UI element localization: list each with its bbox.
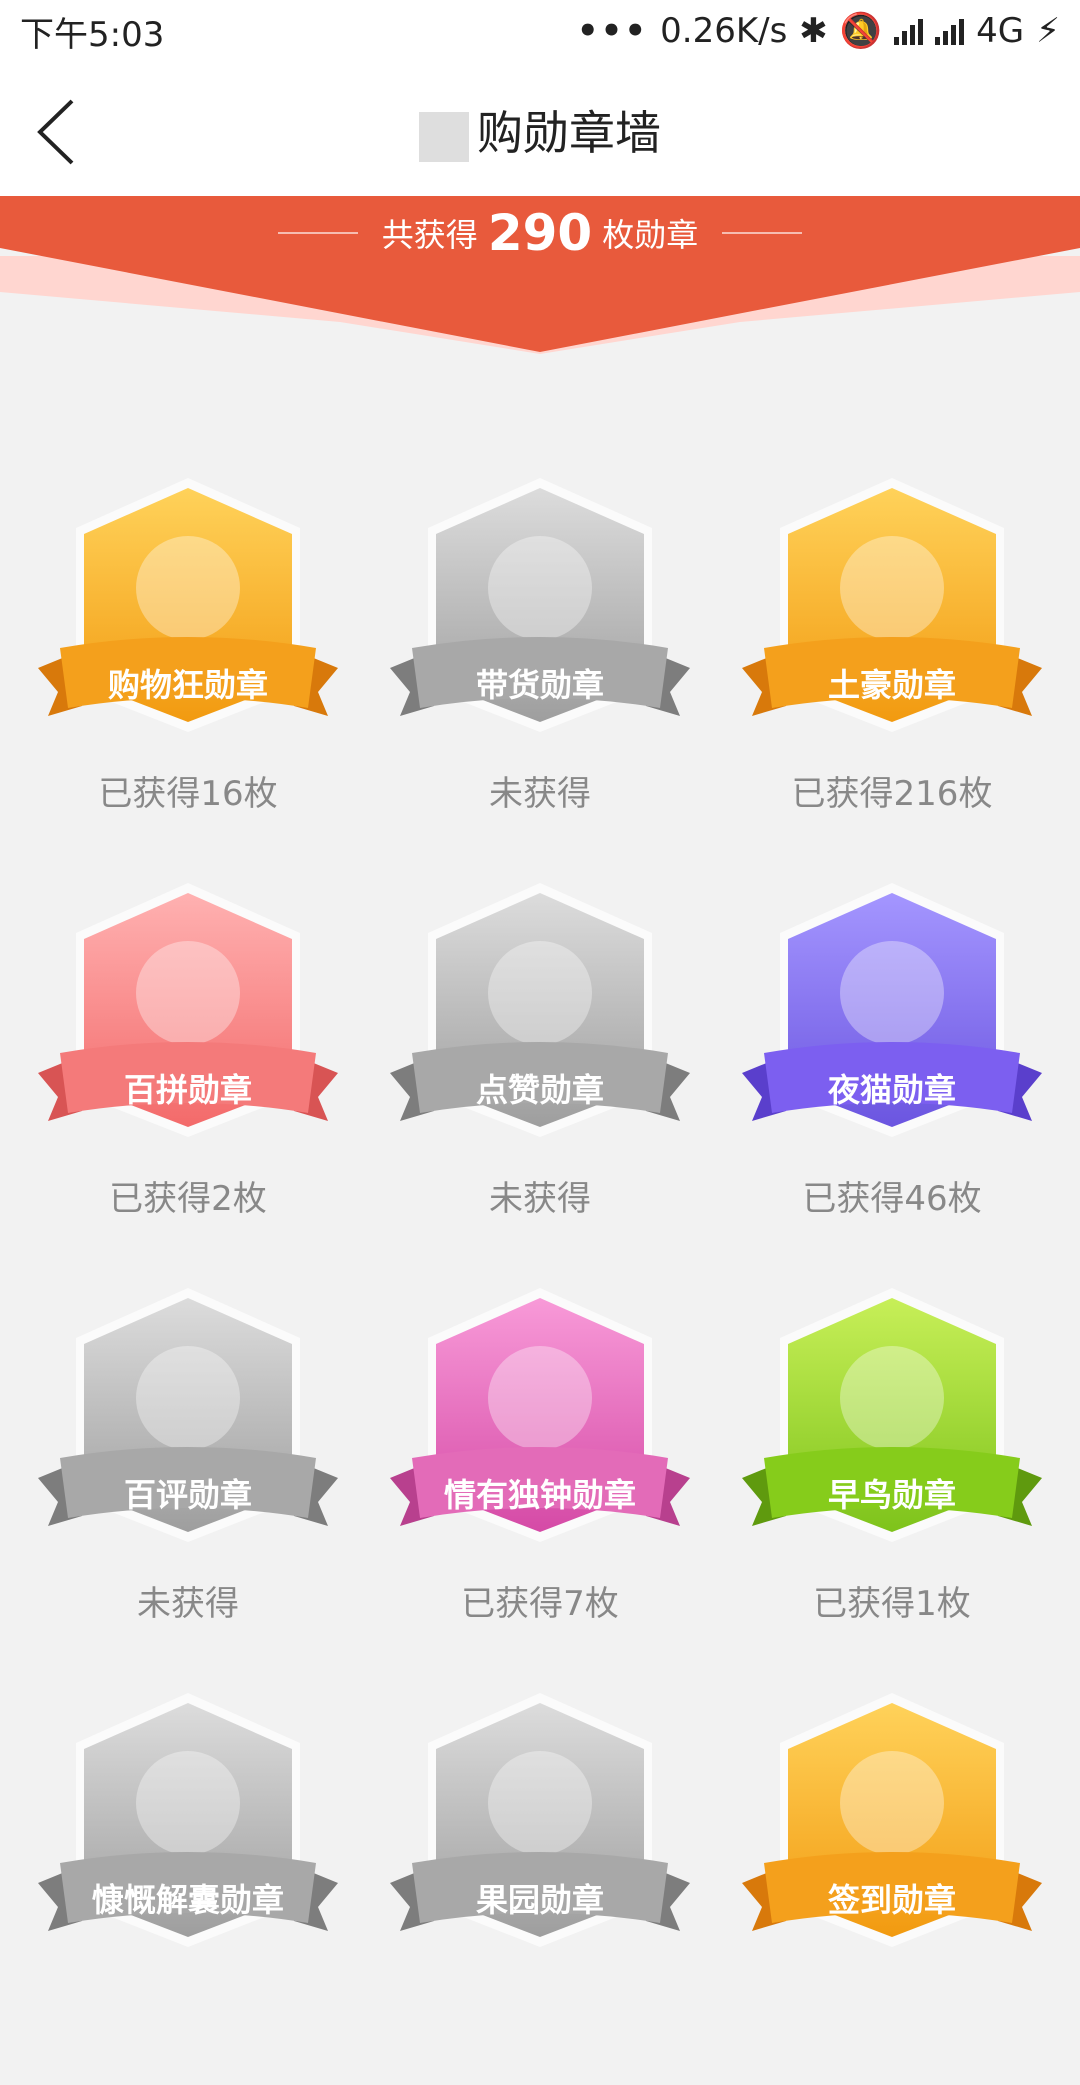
badge-label: 百拼勋章 — [123, 1071, 252, 1109]
badge-card[interactable]: 百拼勋章已获得2枚 — [8, 875, 368, 1275]
badge-label: 点赞勋章 — [475, 1071, 604, 1109]
charging-icon: ⚡ — [1036, 11, 1060, 51]
more-dots-icon: ••• — [576, 11, 649, 51]
badge-card[interactable]: 带货勋章 未获得 — [360, 470, 720, 870]
navigation-bar: 购勋章墙 — [0, 62, 1080, 198]
badge-card[interactable]: 土豪勋章已获得216枚 — [712, 470, 1072, 870]
badge-label: 早鸟勋章 — [827, 1476, 956, 1514]
rich-man-icon — [742, 478, 1042, 732]
badge-label: 果园勋章 — [475, 1881, 604, 1919]
badge-status: 已获得1枚 — [813, 1584, 971, 1624]
banner-suffix: 枚勋章 — [602, 216, 699, 254]
banner-summary: 共获得 290 枚勋章 — [0, 204, 1080, 262]
divider-right — [722, 232, 803, 234]
badge-status: 已获得46枚 — [802, 1179, 982, 1219]
badge-label: 购物狂勋章 — [107, 666, 268, 704]
wine-basket-icon — [38, 478, 338, 732]
page-title: 购勋章墙 — [419, 97, 661, 163]
badge-status: 已获得16枚 — [98, 774, 278, 814]
thumbs-up-icon — [390, 883, 690, 1137]
money-bag-icon — [38, 1693, 338, 1947]
calendar-icon — [742, 1693, 1042, 1947]
chevron-left-icon — [37, 99, 74, 165]
bluetooth-icon: ✱ — [799, 11, 828, 51]
badge-label: 土豪勋章 — [827, 666, 956, 704]
badge-label: 慷慨解囊勋章 — [91, 1881, 284, 1919]
badge-card[interactable]: 慷慨解囊勋章 — [8, 1685, 368, 2085]
orchard-tree-icon — [390, 1693, 690, 1947]
signal-icon-2 — [935, 17, 965, 45]
badge-label: 百评勋章 — [123, 1476, 252, 1514]
status-bar: 下午5:03 ••• 0.26K/s ✱ 🔕 4G ⚡ — [0, 0, 1080, 62]
carrier-label: 4G — [976, 11, 1025, 51]
owl-icon — [742, 883, 1042, 1137]
status-time: 下午5:03 — [20, 14, 165, 55]
back-button[interactable] — [36, 92, 96, 172]
badge-label: 签到勋章 — [827, 1881, 956, 1919]
heart-box-icon — [390, 1288, 690, 1542]
banner-count: 290 — [487, 204, 593, 262]
badge-status: 未获得 — [137, 1584, 239, 1624]
badge-card[interactable]: 情有独钟勋章 已获得7枚 — [360, 1280, 720, 1680]
banner-prefix: 共获得 — [381, 216, 478, 254]
badge-status: 已获得2枚 — [109, 1179, 267, 1219]
badge-status: 已获得216枚 — [791, 774, 993, 814]
badge-card[interactable]: 购物狂勋章已获得16枚 — [8, 470, 368, 870]
cuckoo-clock-icon — [742, 1288, 1042, 1542]
badge-card[interactable]: 签到勋章 — [712, 1685, 1072, 2085]
review-card-icon — [38, 1288, 338, 1542]
badge-label: 夜猫勋章 — [827, 1071, 956, 1109]
hundred-box-icon — [38, 883, 338, 1137]
badge-status: 已获得7枚 — [461, 1584, 619, 1624]
badge-status: 未获得 — [489, 1179, 591, 1219]
badge-card[interactable]: 果园勋章 — [360, 1685, 720, 2085]
badge-status: 未获得 — [489, 774, 591, 814]
signal-icon — [894, 17, 924, 45]
box-carrier-icon — [390, 478, 690, 732]
network-speed: 0.26K/s — [660, 11, 788, 51]
badge-label: 情有独钟勋章 — [443, 1476, 636, 1514]
divider-left — [277, 232, 358, 234]
mute-icon: 🔕 — [839, 11, 883, 51]
title-mask — [419, 111, 469, 162]
badge-label: 带货勋章 — [475, 666, 604, 704]
badge-card[interactable]: 夜猫勋章已获得46枚 — [712, 875, 1072, 1275]
badge-card[interactable]: 百评勋章 未获得 — [8, 1280, 368, 1680]
badge-card[interactable]: 点赞勋章 未获得 — [360, 875, 720, 1275]
badge-card[interactable]: 早鸟勋章已获得1枚 — [712, 1280, 1072, 1680]
